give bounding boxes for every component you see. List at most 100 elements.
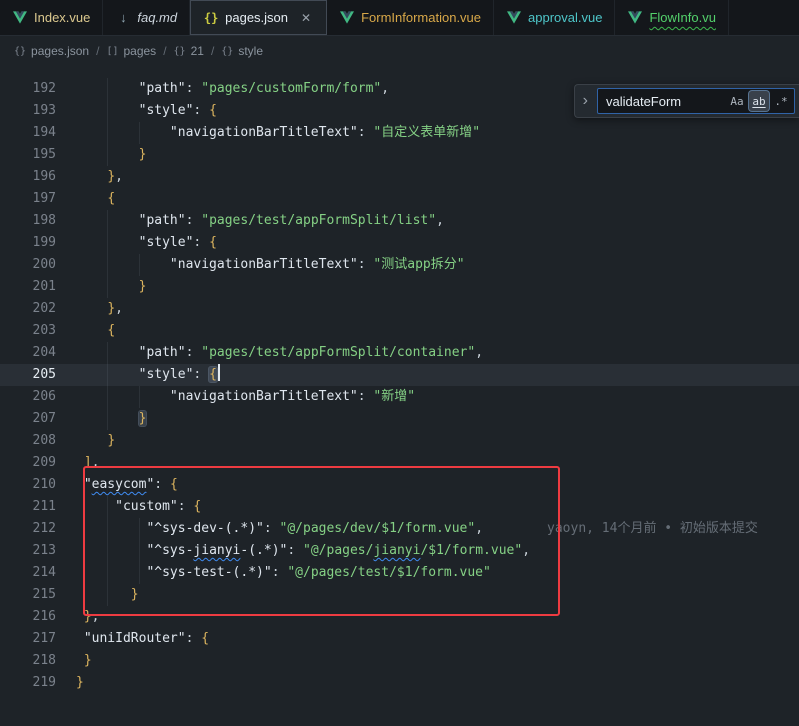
code-line[interactable]: 208 } <box>0 430 799 452</box>
tab-bar: Index.vue ↓faq.md{}pages.json✕FormInforma… <box>0 0 799 36</box>
find-input[interactable]: validateForm Aa ab .* <box>597 88 795 114</box>
token: : <box>358 257 374 272</box>
tab-approval-vue[interactable]: approval.vue <box>494 0 615 35</box>
code-text: "^sys-test-(.*)": "@/pages/test/$1/form.… <box>76 562 491 584</box>
code-text: }, <box>76 298 123 320</box>
line-number: 192 <box>0 78 68 100</box>
token: /$1/form.vue" <box>420 543 522 558</box>
breadcrumb-item-21[interactable]: {}21 <box>174 44 204 58</box>
code-line[interactable]: 194 "navigationBarTitleText": "自定义表单新增" <box>0 122 799 144</box>
code-line[interactable]: 217 "uniIdRouter": { <box>0 628 799 650</box>
code-line[interactable]: 205 "style": { <box>0 364 799 386</box>
token: } <box>131 587 139 602</box>
token: ] <box>84 455 92 470</box>
token: : <box>287 543 303 558</box>
token: : <box>358 389 374 404</box>
find-widget: › validateForm Aa ab .* <box>574 84 799 118</box>
code-line[interactable]: 202 }, <box>0 298 799 320</box>
line-number: 207 <box>0 408 68 430</box>
find-query-text[interactable]: validateForm <box>606 94 725 109</box>
token: "path" <box>139 213 186 228</box>
code-line[interactable]: 213 "^sys-jianyi-(.*)": "@/pages/jianyi/… <box>0 540 799 562</box>
breadcrumb-item-style[interactable]: {}style <box>221 44 263 58</box>
tab-faq-md[interactable]: ↓faq.md <box>103 0 190 35</box>
line-number: 219 <box>0 672 68 694</box>
code-line[interactable]: 212 "^sys-dev-(.*)": "@/pages/dev/$1/for… <box>0 518 799 540</box>
token: "@/pages/dev/$1/form.vue" <box>280 521 476 536</box>
line-number: 205 <box>0 364 68 386</box>
indent-guide <box>139 540 140 562</box>
breadcrumb-label: pages <box>123 44 156 58</box>
close-tab-icon[interactable]: ✕ <box>298 10 314 26</box>
code-line[interactable]: 218 } <box>0 650 799 672</box>
tab-forminformation-vue[interactable]: FormInformation.vue <box>327 0 494 35</box>
code-line[interactable]: 215 } <box>0 584 799 606</box>
code-line[interactable]: 201 } <box>0 276 799 298</box>
token: "path" <box>139 345 186 360</box>
code-text: }, <box>76 166 123 188</box>
code-line[interactable]: 200 "navigationBarTitleText": "测试app拆分" <box>0 254 799 276</box>
indent-guide <box>107 78 108 100</box>
tab-flowinfo-vu[interactable]: FlowInfo.vu <box>615 0 728 35</box>
code-line[interactable]: 214 "^sys-test-(.*)": "@/pages/test/$1/f… <box>0 562 799 584</box>
editor-area: 192 "path": "pages/customForm/form",193 … <box>0 66 799 694</box>
code-text: } <box>76 650 92 672</box>
code-line[interactable]: 211 "custom": { <box>0 496 799 518</box>
line-number: 209 <box>0 452 68 474</box>
code-line[interactable]: 206 "navigationBarTitleText": "新增" <box>0 386 799 408</box>
token: "custom" <box>115 499 178 514</box>
indent-guide <box>107 562 108 584</box>
code-line[interactable]: 216 }, <box>0 606 799 628</box>
code-line[interactable]: 195 } <box>0 144 799 166</box>
toggle-replace-chevron-icon[interactable]: › <box>580 92 591 110</box>
tab-pages-json[interactable]: {}pages.json✕ <box>190 0 327 35</box>
token: : <box>186 81 202 96</box>
code-line[interactable]: 209 ], <box>0 452 799 474</box>
line-number: 217 <box>0 628 68 650</box>
tab-index-vue[interactable]: Index.vue <box>0 0 103 35</box>
token: : <box>154 477 170 492</box>
match-case-button[interactable]: Aa <box>727 91 747 111</box>
code-line[interactable]: 203 { <box>0 320 799 342</box>
code-text: "style": { <box>76 100 217 122</box>
code-line[interactable]: 199 "style": { <box>0 232 799 254</box>
line-number: 202 <box>0 298 68 320</box>
symbol-object-icon: {} <box>221 46 233 57</box>
regex-button[interactable]: .* <box>771 91 791 111</box>
markdown-icon: ↓ <box>115 10 131 26</box>
breadcrumb-separator: / <box>96 44 99 58</box>
token: , <box>475 345 483 360</box>
indent-guide <box>107 364 108 386</box>
code-text: "^sys-jianyi-(.*)": "@/pages/jianyi/$1/f… <box>76 540 530 562</box>
indent-guide <box>107 540 108 562</box>
code-line[interactable]: 196 }, <box>0 166 799 188</box>
code-line[interactable]: 219} <box>0 672 799 694</box>
token: { <box>193 499 201 514</box>
tab-label: Index.vue <box>34 10 90 25</box>
token: "navigationBarTitleText" <box>170 257 358 272</box>
token: { <box>209 367 217 382</box>
code-line[interactable]: 207 } <box>0 408 799 430</box>
indent-guide <box>107 122 108 144</box>
indent-guide <box>107 276 108 298</box>
line-number: 216 <box>0 606 68 628</box>
line-number: 198 <box>0 210 68 232</box>
code-line[interactable]: 204 "path": "pages/test/appFormSplit/con… <box>0 342 799 364</box>
token: , <box>92 455 100 470</box>
token: } <box>139 147 147 162</box>
code-text: "navigationBarTitleText": "自定义表单新增" <box>76 122 480 144</box>
token: "pages/test/appFormSplit/list" <box>201 213 436 228</box>
breadcrumb-item-pages-json[interactable]: {}pages.json <box>14 44 89 58</box>
code-text: "style": { <box>76 232 217 254</box>
indent-guide <box>107 342 108 364</box>
code-line[interactable]: 210 "easycom": { <box>0 474 799 496</box>
whole-word-button[interactable]: ab <box>749 91 769 111</box>
token: "@/pages/ <box>303 543 373 558</box>
token: } <box>76 675 84 690</box>
breadcrumb-separator: / <box>211 44 214 58</box>
token: : <box>358 125 374 140</box>
code-line[interactable]: 197 { <box>0 188 799 210</box>
breadcrumb-item-pages[interactable]: []pages <box>106 44 156 58</box>
token: "^sys- <box>146 543 193 558</box>
code-line[interactable]: 198 "path": "pages/test/appFormSplit/lis… <box>0 210 799 232</box>
